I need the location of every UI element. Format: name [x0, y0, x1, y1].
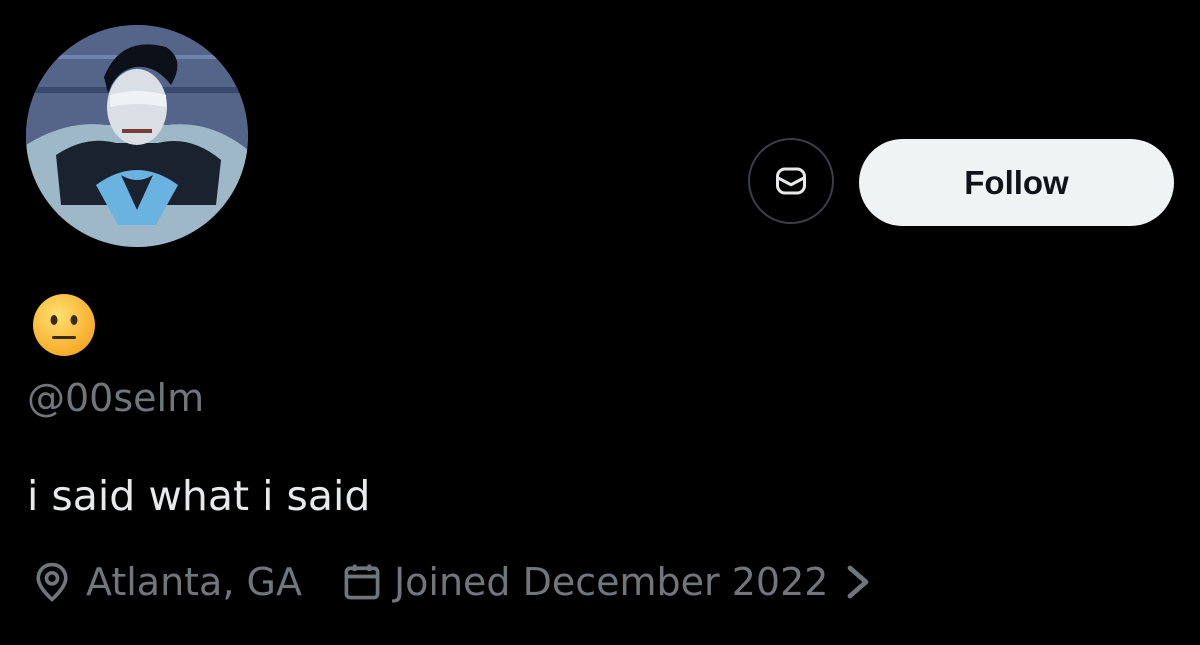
profile-meta: Atlanta, GA Joined December 2022 [30, 556, 872, 608]
profile-location: Atlanta, GA [86, 560, 302, 604]
profile-bio: i said what i said [27, 472, 371, 520]
calendar-icon [340, 560, 384, 604]
location-pin-icon [30, 560, 74, 604]
envelope-icon [776, 167, 806, 195]
profile-handle: @00selm [27, 376, 205, 420]
chevron-right-icon[interactable] [844, 562, 872, 602]
message-button[interactable] [748, 138, 834, 224]
neutral-face-emoji-icon [33, 294, 95, 356]
avatar-image [26, 25, 248, 247]
avatar[interactable] [26, 25, 248, 247]
follow-button[interactable]: Follow [859, 139, 1174, 226]
display-name-emoji [32, 293, 96, 357]
profile-joined-date: Joined December 2022 [393, 560, 829, 604]
